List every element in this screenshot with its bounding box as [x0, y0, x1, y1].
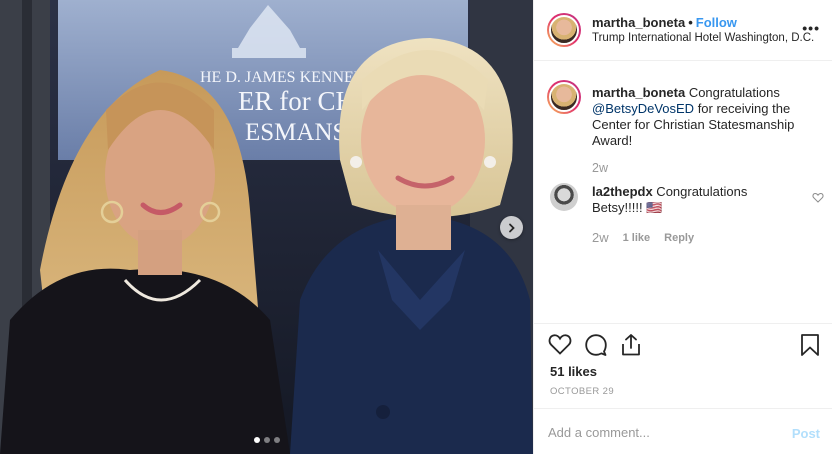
carousel-dot-1 [253, 437, 260, 443]
caption-avatar[interactable] [547, 80, 581, 114]
post-sidebar: martha_boneta • Follow Trump International… [533, 0, 832, 454]
heart-icon[interactable] [548, 333, 572, 355]
comment-reply-button[interactable]: Reply [664, 232, 694, 244]
comment-likes-count[interactable]: 1 like [623, 232, 651, 244]
share-icon[interactable] [620, 333, 642, 357]
caption-text-before: Congratulations [685, 85, 780, 100]
follow-button[interactable]: Follow [696, 15, 737, 30]
comment-timestamp[interactable]: 2w [592, 230, 609, 245]
post-date[interactable]: OCTOBER 29 [550, 386, 614, 397]
carousel-dot-2 [263, 437, 270, 443]
sign-line-3: ESMANS [245, 119, 346, 146]
post-actions [534, 323, 832, 369]
likes-count[interactable]: 51 likes [550, 364, 597, 379]
comment-icon[interactable] [584, 333, 608, 357]
comment-text: la2thepdx Congratulations Betsy!!!!! 🇺🇸 [592, 184, 792, 216]
carousel-indicator [0, 437, 533, 443]
author-username[interactable]: martha_boneta [592, 15, 685, 30]
instagram-post: HE D. JAMES KENNEDY ER for CHRI ESMANS m… [0, 0, 832, 454]
caption-timestamp[interactable]: 2w [592, 161, 608, 175]
chevron-right-icon [508, 223, 515, 232]
caption-text: martha_boneta Congratulations @BetsyDeVo… [592, 85, 818, 149]
post-media[interactable]: HE D. JAMES KENNEDY ER for CHRI ESMANS [0, 0, 533, 454]
comment-like-icon[interactable] [812, 192, 824, 203]
comment-meta: 2w 1 like Reply [592, 230, 694, 245]
separator-dot: • [688, 15, 693, 30]
carousel-next-button[interactable] [500, 216, 523, 239]
caption-username[interactable]: martha_boneta [592, 85, 685, 100]
post-comment-button[interactable]: Post [792, 426, 820, 441]
carousel-dot-3 [273, 437, 280, 443]
post-location[interactable]: Trump International Hotel Washington, D.… [592, 32, 814, 44]
bookmark-icon[interactable] [800, 333, 820, 357]
author-avatar[interactable] [547, 13, 581, 47]
caption-mention-link[interactable]: @BetsyDeVosED [592, 101, 694, 116]
header-user-line: martha_boneta • Follow [592, 15, 737, 30]
add-comment-bar: Post [534, 408, 832, 454]
post-header: martha_boneta • Follow Trump International… [534, 0, 832, 61]
comment-input[interactable] [548, 421, 768, 443]
post-photo: HE D. JAMES KENNEDY ER for CHRI ESMANS [0, 0, 533, 454]
comment-username[interactable]: la2thepdx [592, 184, 653, 199]
more-options-icon[interactable]: ••• [802, 20, 820, 36]
commenter-avatar[interactable] [550, 183, 578, 211]
